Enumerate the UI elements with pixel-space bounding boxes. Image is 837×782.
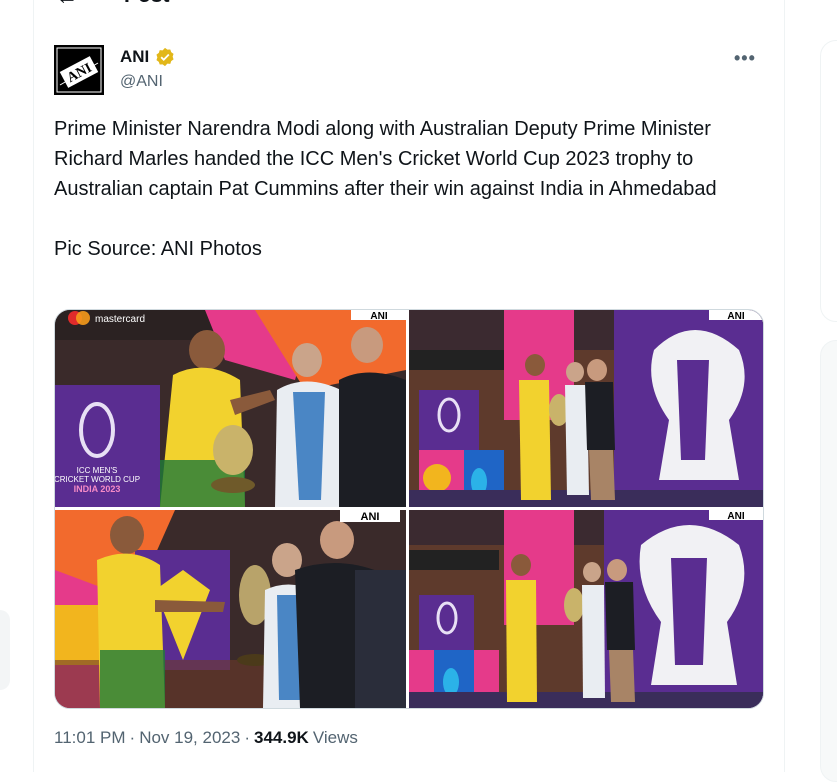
sidebar-card bbox=[820, 40, 837, 322]
meta-separator-2: · bbox=[244, 728, 250, 747]
photo-4[interactable]: ANI bbox=[409, 510, 763, 708]
media-grid: mastercard ICC MEN'S CRICKET WORLD CUP I… bbox=[54, 309, 764, 709]
author-name-row: ANI bbox=[120, 47, 175, 67]
author-display-name[interactable]: ANI bbox=[120, 47, 149, 67]
tweet-text: Prime Minister Narendra Modi along with … bbox=[54, 118, 717, 260]
logo-line-2: CRICKET WORLD CUP bbox=[55, 475, 140, 484]
post-column: ← Post ANI ANI @ANI ••• Prime Minister N… bbox=[33, 0, 785, 772]
sidebar-card-2 bbox=[820, 340, 837, 782]
photo-trophy-handover-1: mastercard ICC MEN'S CRICKET WORLD CUP I… bbox=[55, 310, 406, 507]
post-meta: 11:01 PM · Nov 19, 2023 · 344.9K Views bbox=[54, 728, 358, 748]
sponsor-text: mastercard bbox=[95, 314, 145, 325]
post-date[interactable]: Nov 19, 2023 bbox=[139, 728, 240, 748]
photo-2[interactable]: ANI bbox=[409, 310, 763, 507]
views-label: Views bbox=[312, 728, 358, 747]
views-count: 344.9K bbox=[254, 728, 309, 747]
photo-3[interactable]: ANI bbox=[55, 510, 406, 708]
ani-logo-icon: ANI bbox=[54, 45, 104, 95]
ani-watermark-2: ANI bbox=[727, 311, 744, 322]
side-panel-edge bbox=[0, 610, 10, 690]
photo-trophy-handover-2: ANI bbox=[409, 310, 763, 507]
photo-trophy-handover-3: ANI bbox=[55, 510, 406, 708]
photo-1[interactable]: mastercard ICC MEN'S CRICKET WORLD CUP I… bbox=[55, 310, 406, 507]
meta-separator: · bbox=[129, 728, 136, 747]
ani-watermark-4: ANI bbox=[727, 511, 744, 522]
arrow-left-icon[interactable]: ← bbox=[56, 0, 78, 10]
avatar[interactable]: ANI bbox=[54, 45, 104, 95]
photo-trophy-handover-4: ANI bbox=[409, 510, 763, 708]
ani-watermark-3: ANI bbox=[361, 511, 380, 523]
post-time[interactable]: 11:01 PM bbox=[54, 728, 126, 748]
verified-badge-icon bbox=[156, 47, 174, 67]
page-title: Post bbox=[124, 0, 170, 8]
logo-line-1: ICC MEN'S bbox=[77, 466, 118, 475]
logo-line-3: INDIA 2023 bbox=[74, 484, 121, 494]
author-handle[interactable]: @ANI bbox=[120, 73, 163, 91]
more-options-icon[interactable]: ••• bbox=[734, 48, 756, 69]
post-header: ← Post bbox=[34, 0, 784, 14]
ani-watermark: ANI bbox=[370, 311, 387, 322]
